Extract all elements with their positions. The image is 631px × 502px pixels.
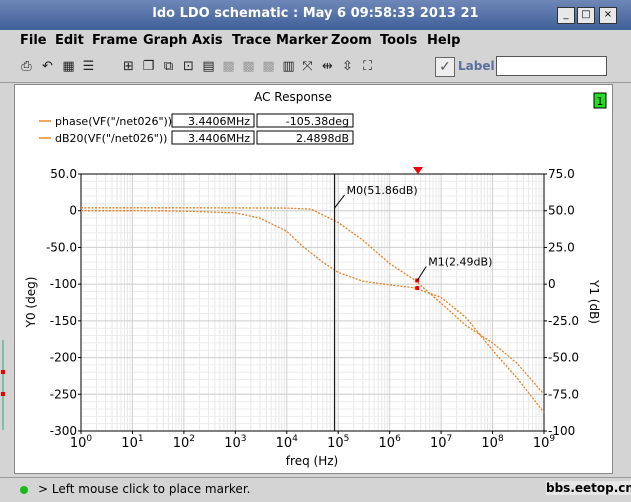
chart-svg[interactable]: AC Response 1 phase(VF("/net026")) 3.4406… (15, 85, 612, 473)
y-left-tick-label: -150 (50, 314, 77, 328)
x-tick-labels: 100 101 102 103 104 105 106 107 108 109 (70, 431, 555, 451)
y-right-axis-label: Y1 (dB) (587, 279, 601, 324)
menu-tools[interactable]: Tools (380, 30, 417, 52)
legend-x-value: 3.4406MHz (188, 132, 250, 145)
y-right-tick-label: 0 (548, 277, 556, 291)
menu-frame[interactable]: Frame (92, 30, 138, 52)
card-icon[interactable]: ▤ (200, 58, 217, 75)
card-gray2-icon[interactable]: ▩ (240, 58, 257, 75)
series-line-1 (81, 207, 545, 395)
menu-graph[interactable]: Graph (143, 30, 187, 52)
x-tick-label: 104 (276, 434, 299, 451)
y-left-axis-label: Y0 (deg) (24, 277, 38, 329)
title-bar: ldo LDO schematic : May 6 09:58:33 2013 … (0, 0, 631, 30)
y-left-tick-label: -50.0 (46, 240, 77, 254)
x-tick-label: 108 (481, 434, 504, 451)
legend: phase(VF("/net026")) 3.4406MHz -105.38deg d… (39, 113, 354, 145)
marker-m1-leader (416, 266, 427, 281)
zoom-box-icon[interactable]: ⛶ (359, 58, 376, 75)
y-left-tick-labels: 50.0 0 -50.0 -100 -150 -200 -250 -300 (46, 167, 81, 438)
print-icon[interactable]: ⎙ (18, 58, 35, 75)
major-grid (80, 173, 545, 432)
strip-icon[interactable]: ☰ (80, 58, 97, 75)
menu-help[interactable]: Help (427, 30, 460, 52)
x-tick-label: 103 (224, 434, 246, 451)
y-right-tick-labels: 75.0 50.0 25.0 0 -25.0 -50.0 -75.0 -100 (544, 167, 579, 438)
menu-marker[interactable]: Marker (276, 30, 328, 52)
y-right-tick-label: -25.0 (548, 314, 579, 328)
series-lines (81, 207, 545, 413)
y-left-tick-label: -200 (50, 351, 77, 365)
y-right-tick-label: -50.0 (548, 351, 579, 365)
y-left-tick-label: -250 (50, 387, 77, 401)
x-tick-label: 106 (379, 434, 402, 451)
plot-window[interactable]: AC Response 1 phase(VF("/net026")) 3.4406… (14, 84, 613, 474)
y-left-tick-label: -100 (50, 277, 77, 291)
label-input[interactable] (496, 56, 607, 76)
card-gray3-icon[interactable]: ▩ (260, 58, 277, 75)
series-line-0 (81, 210, 545, 413)
plot-area (80, 173, 545, 432)
legend-name: dB20(VF("/net026")) (55, 132, 167, 145)
watermark: bbs.eetop.cn (546, 481, 631, 495)
add-subwindow-icon[interactable]: ⊞ (120, 58, 137, 75)
marker-m1-label[interactable]: M1(2.49dB) (428, 255, 492, 268)
marker-m1-point-phase[interactable] (415, 286, 420, 291)
x-tick-label: 107 (430, 434, 452, 451)
legend-x-value: 3.4406MHz (188, 115, 250, 128)
menu-bar: File Edit Frame Graph Axis Trace Marker … (0, 30, 631, 52)
window-title: ldo LDO schematic : May 6 09:58:33 2013 … (152, 6, 479, 21)
label-checkbox[interactable]: ✓ (435, 57, 455, 77)
x-tick-label: 101 (121, 434, 143, 451)
x-axis-label: freq (Hz) (286, 454, 338, 468)
menu-edit[interactable]: Edit (55, 30, 84, 52)
marker-arrow-icon (413, 167, 423, 174)
copy-window-icon[interactable]: ❐ (140, 58, 157, 75)
status-led-icon (20, 486, 28, 494)
markers: M0(51.86dB) M1(2.49dB) (334, 174, 492, 431)
close-button[interactable]: × (599, 7, 617, 24)
minor-grid (81, 173, 544, 432)
y-left-tick-label: 0 (69, 204, 77, 218)
y-right-tick-label: 50.0 (548, 204, 575, 218)
menu-axis[interactable]: Axis (192, 30, 223, 52)
card-gray-icon[interactable]: ▩ (220, 58, 237, 75)
y-right-tick-label: -100 (548, 424, 575, 438)
grid-icon[interactable]: ▦ (60, 58, 77, 75)
undo-icon[interactable]: ↶ (39, 58, 56, 75)
minimize-button[interactable]: _ (557, 7, 575, 24)
maximize-button[interactable]: □ (577, 7, 595, 24)
zoom-x-icon[interactable]: ⇹ (319, 58, 336, 75)
y-left-tick-label: 50.0 (50, 167, 77, 181)
marker-m0-label[interactable]: M0(51.86dB) (347, 184, 418, 197)
subwindow-badge: 1 (597, 95, 604, 108)
legend-name: phase(VF("/net026")) (55, 115, 172, 128)
y-right-tick-label: 25.0 (548, 240, 575, 254)
zoom-y-icon[interactable]: ⇳ (339, 58, 356, 75)
status-text: > Left mouse click to place marker. (38, 482, 251, 496)
left-edge-strip (0, 340, 6, 430)
y-right-tick-label: 75.0 (548, 167, 575, 181)
label-caption: Label (458, 59, 495, 73)
menu-trace[interactable]: Trace (232, 30, 271, 52)
legend-y-value: -105.38deg (286, 115, 349, 128)
menu-file[interactable]: File (20, 30, 47, 52)
plot-title: AC Response (254, 90, 332, 104)
fit-icon[interactable]: ⤧ (299, 58, 316, 75)
legend-y-value: 2.4898dB (296, 132, 349, 145)
x-tick-label: 102 (173, 434, 195, 451)
delete-window-icon[interactable]: ⧉ (160, 58, 177, 75)
menu-zoom[interactable]: Zoom (331, 30, 372, 52)
y-left-tick-label: -300 (50, 424, 77, 438)
calculator-icon[interactable]: ▥ (280, 58, 297, 75)
layout-icon[interactable]: ⊡ (180, 58, 197, 75)
status-bar: > Left mouse click to place marker. (0, 477, 631, 502)
y-right-tick-label: -75.0 (548, 387, 579, 401)
x-tick-label: 105 (327, 434, 349, 451)
